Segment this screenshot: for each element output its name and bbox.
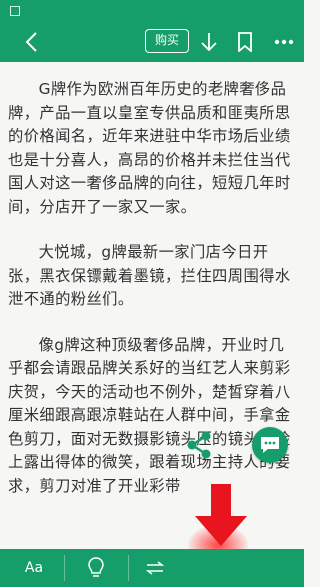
lightbulb-icon[interactable] [78, 549, 114, 587]
bookmark-icon[interactable] [233, 30, 257, 54]
article-body: G牌作为欧洲百年历史的老牌奢侈品牌，产品一直以皇室专供品质和匪夷所思的价格闻名，… [0, 62, 304, 549]
buy-button[interactable]: 购买 [145, 29, 189, 53]
font-size-label: Aa [24, 560, 44, 576]
reader-bottom-bar: Aa [0, 549, 304, 587]
paragraph: 大悦城，g牌最新一家门店今日开张，黑衣保镖戴着墨镜，拦住四周围得水泄不通的粉丝们… [8, 243, 291, 308]
share-icon[interactable] [184, 430, 214, 460]
divider [128, 555, 129, 581]
font-size-button[interactable]: Aa [14, 549, 54, 587]
more-dots-icon[interactable] [272, 30, 296, 54]
paragraph: G牌作为欧洲百年历史的老牌奢侈品牌，产品一直以皇室专供品质和匪夷所思的价格闻名，… [8, 80, 291, 216]
annotation-arrow-icon [195, 484, 247, 546]
status-indicator-icon [10, 6, 20, 16]
status-bar [0, 0, 304, 22]
chevron-left-icon[interactable] [20, 30, 42, 54]
download-arrow-icon[interactable] [197, 30, 221, 54]
paragraph: 像g牌这种顶级奢侈品牌，开业时几乎都会请跟品牌关系好的当红艺人来剪彩庆贺，今天的… [8, 335, 291, 495]
reader-toolbar: 购买 [0, 22, 304, 62]
swap-arrows-icon[interactable] [140, 549, 170, 587]
comment-bubble-icon[interactable] [252, 427, 288, 463]
divider [64, 555, 65, 581]
